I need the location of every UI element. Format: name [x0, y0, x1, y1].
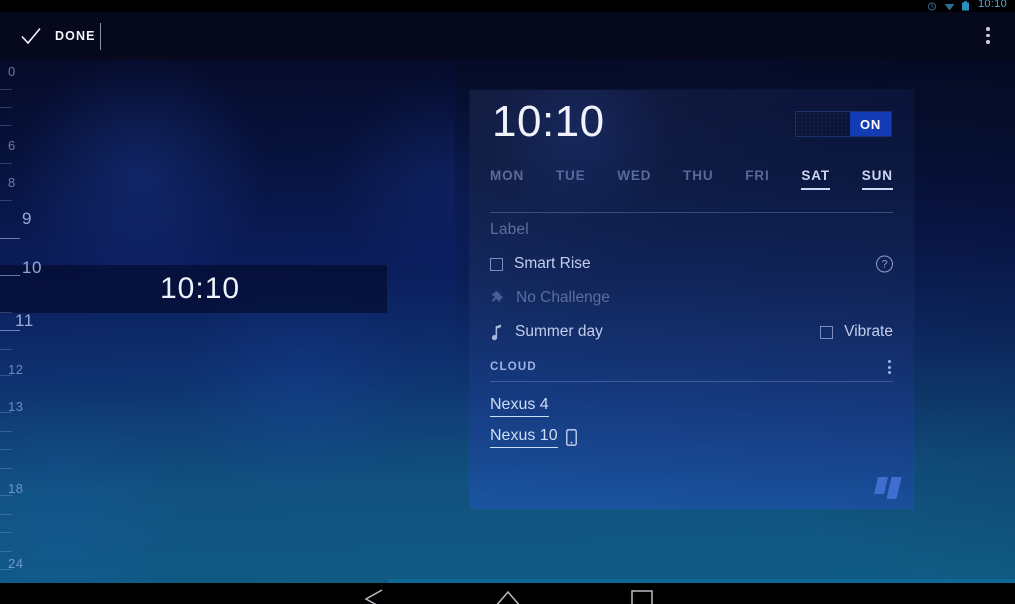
help-circle-icon[interactable]: ?: [876, 255, 893, 273]
list-item-nexus-4[interactable]: Nexus 4: [490, 391, 893, 422]
home-icon[interactable]: [486, 587, 530, 604]
timeline-stage: 10:10 0 6 8 9 10 11 12 13 18 24 10:10 ON…: [0, 59, 1015, 583]
weekday-selector: MON TUE WED THU FRI SAT SUN: [470, 168, 913, 212]
toggle-on-track: ON: [850, 112, 891, 136]
alarm-card-header: 10:10 ON: [470, 90, 913, 168]
device-name: Nexus 10: [490, 427, 558, 448]
done-button[interactable]: DONE: [20, 12, 96, 59]
device-name: Nexus 4: [490, 396, 549, 417]
challenge-label: No Challenge: [516, 289, 610, 306]
day-sun[interactable]: SUN: [861, 168, 893, 190]
recents-icon[interactable]: [620, 587, 664, 604]
cloud-device-list: Nexus 4 Nexus 10: [470, 382, 913, 453]
toggle-state-label: ON: [859, 116, 882, 132]
action-bar-divider: [100, 23, 101, 50]
ringtone-label: Summer day: [515, 323, 603, 340]
status-bar: 10:10: [0, 0, 1015, 12]
toggle-off-track: [796, 112, 850, 136]
hour-label-13: 13: [8, 399, 24, 414]
system-nav-bar: [0, 583, 1015, 604]
day-fri[interactable]: FRI: [745, 168, 769, 188]
done-button-label: DONE: [55, 28, 96, 43]
day-thu[interactable]: THU: [683, 168, 713, 188]
hour-label-0: 0: [8, 64, 16, 79]
day-tue[interactable]: TUE: [556, 168, 586, 188]
cloud-section-header: CLOUD: [490, 353, 893, 381]
hour-label-11: 11: [15, 311, 34, 330]
hour-label-24: 24: [8, 556, 24, 571]
hour-label-18: 18: [8, 481, 24, 496]
alarm-time[interactable]: 10:10: [492, 100, 605, 144]
hour-label-10: 10: [22, 258, 42, 277]
alarm-edit-screen: 10:10 DONE 10:10 0 6 8 9 10 11 12 13 18 …: [0, 0, 1015, 604]
smart-rise-row[interactable]: Smart Rise ?: [490, 247, 893, 281]
day-mon[interactable]: MON: [490, 168, 524, 188]
back-icon[interactable]: [352, 587, 396, 604]
ringtone-row[interactable]: Summer day Vibrate: [490, 315, 893, 349]
hour-label-6: 6: [8, 138, 16, 153]
wifi-icon: [944, 1, 955, 11]
music-note-icon: [490, 323, 504, 341]
check-icon: [20, 25, 42, 47]
vibrate-toggle[interactable]: Vibrate: [820, 323, 893, 341]
action-bar: DONE: [0, 12, 1015, 59]
system-accent-strip: [388, 579, 1015, 583]
vibrate-label: Vibrate: [844, 323, 893, 340]
smart-rise-label: Smart Rise: [514, 255, 591, 272]
selected-time-label: 10:10: [160, 272, 241, 305]
status-bar-clock: 10:10: [977, 0, 1007, 10]
vibrate-checkbox[interactable]: [820, 325, 834, 339]
challenge-row[interactable]: No Challenge: [490, 281, 893, 315]
brand-logo: [874, 477, 902, 499]
alarm-icon: [927, 1, 937, 11]
cloud-overflow-menu-icon[interactable]: [888, 360, 891, 374]
list-item-nexus-10[interactable]: Nexus 10: [490, 422, 893, 453]
alarm-options: Label Smart Rise ? No Challenge Summer d…: [470, 213, 913, 349]
alarm-enabled-toggle[interactable]: ON: [796, 112, 891, 136]
day-sat[interactable]: SAT: [801, 168, 831, 190]
label-input-placeholder[interactable]: Label: [490, 221, 529, 239]
battery-icon: [961, 1, 971, 11]
hour-label-9: 9: [22, 209, 32, 228]
hour-label-8: 8: [8, 175, 16, 190]
smart-rise-checkbox[interactable]: [490, 257, 503, 271]
overflow-menu-icon[interactable]: [973, 12, 1003, 59]
cloud-title: CLOUD: [490, 361, 537, 373]
label-row[interactable]: Label: [490, 213, 893, 247]
day-wed[interactable]: WED: [617, 168, 651, 188]
alarm-card: 10:10 ON MON TUE WED THU FRI SAT SUN Lab…: [470, 90, 913, 509]
hour-ruler[interactable]: 0 6 8 9 10 11 12 13 18 24: [0, 59, 60, 583]
phone-icon: [565, 429, 577, 446]
hour-label-12: 12: [8, 362, 24, 377]
puzzle-piece-icon: [490, 290, 507, 307]
